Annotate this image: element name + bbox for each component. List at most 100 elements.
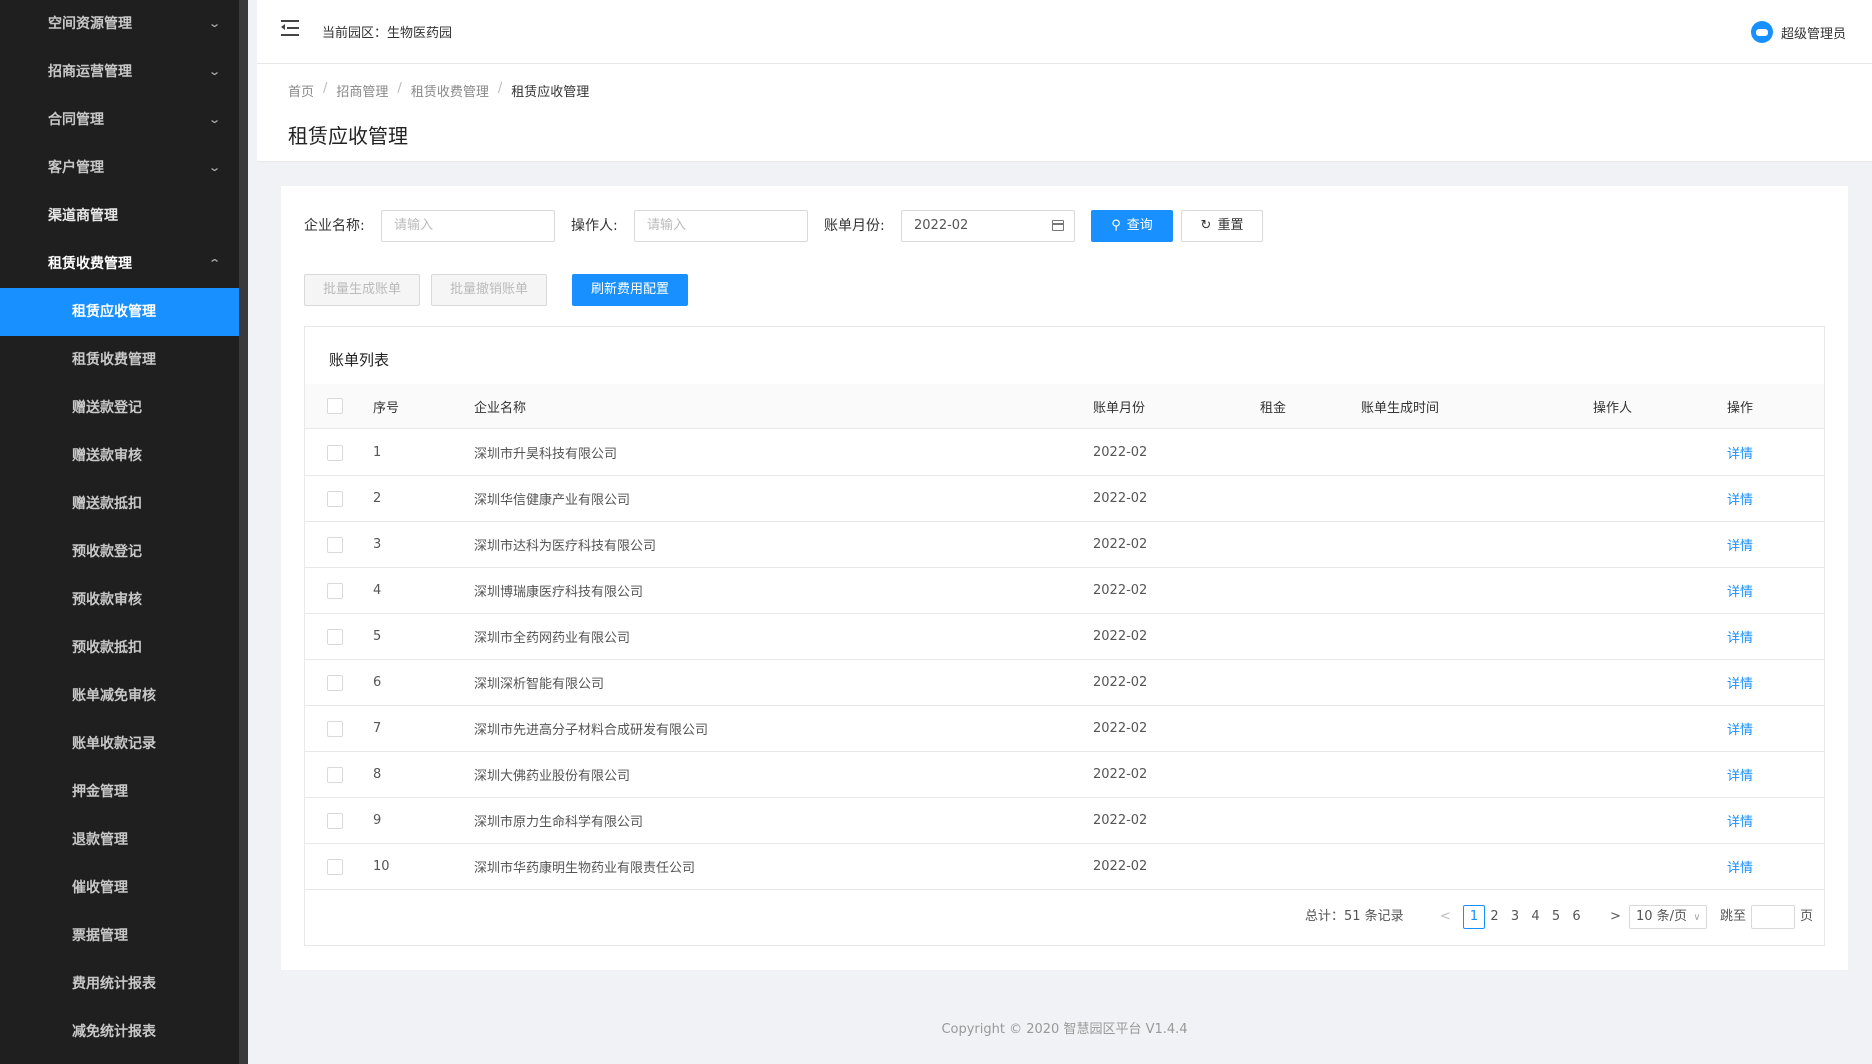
row-company: 深圳博瑞康医疗科技有限公司 (474, 585, 644, 600)
sidebar-subitem-15[interactable]: 减免统计报表 (0, 1008, 239, 1056)
sidebar-subitem-2[interactable]: 赠送款登记 (0, 384, 239, 432)
breadcrumb-investment[interactable]: 招商管理 (336, 81, 388, 100)
row-company: 深圳华信健康产业有限公司 (474, 493, 631, 508)
chevron-down-icon: ⌄ (207, 65, 221, 78)
sidebar-subitem-0[interactable]: 租赁应收管理 (0, 288, 239, 336)
breadcrumb-separator: / (497, 81, 503, 96)
row-checkbox-cell (327, 568, 343, 613)
month-filter-label: 账单月份: (824, 218, 885, 234)
row-checkbox[interactable] (327, 674, 343, 691)
sidebar-subitem-7[interactable]: 预收款抵扣 (0, 624, 239, 672)
column-header-action: 操作 (1727, 400, 1754, 416)
row-checkbox[interactable] (327, 766, 343, 783)
current-park-label[interactable]: 当前园区：生物医药园 (322, 22, 452, 41)
row-checkbox-cell (327, 706, 343, 751)
page-number-1[interactable]: 1 (1463, 905, 1485, 929)
page-number-4[interactable]: 4 (1525, 905, 1547, 929)
page-size-value: 10 条/页 (1636, 909, 1688, 924)
sidebar-item-0[interactable]: 空间资源管理 ⌄ (0, 0, 239, 48)
row-detail-link[interactable]: 详情 (1727, 706, 1753, 751)
sidebar-subitem-10[interactable]: 押金管理 (0, 768, 239, 816)
row-checkbox-cell (327, 522, 343, 567)
batch-cancel-button[interactable]: 批量撤销账单 (431, 274, 547, 306)
row-detail-link[interactable]: 详情 (1727, 798, 1753, 843)
row-checkbox[interactable] (327, 858, 343, 875)
sidebar-subitem-5[interactable]: 预收款登记 (0, 528, 239, 576)
sidebar-item-3[interactable]: 客户管理 ⌄ (0, 144, 239, 192)
column-header-month: 账单月份 (1093, 400, 1146, 416)
sidebar-subitem-11[interactable]: 退款管理 (0, 816, 239, 864)
row-checkbox-cell (327, 798, 343, 843)
row-checkbox-cell (327, 614, 343, 659)
row-checkbox[interactable] (327, 536, 343, 553)
user-menu[interactable]: 超级管理员 (1750, 21, 1846, 43)
prev-page-icon[interactable]: < (1440, 905, 1451, 929)
column-header-operator: 操作人 (1593, 400, 1633, 416)
sidebar-subitem-3[interactable]: 赠送款审核 (0, 432, 239, 480)
sidebar-item-2[interactable]: 合同管理 ⌄ (0, 96, 239, 144)
page-size-select[interactable]: 10 条/页 ∨ (1629, 905, 1707, 929)
row-detail-link[interactable]: 详情 (1727, 522, 1753, 567)
sidebar-item-1[interactable]: 招商运营管理 ⌄ (0, 48, 239, 96)
table-row: 10 深圳市华药康明生物药业有限责任公司 2022-02 详情 (305, 844, 1824, 890)
operator-input[interactable]: 请输入 (634, 210, 808, 242)
bill-month-picker[interactable]: 2022-02 (901, 210, 1075, 242)
row-checkbox-cell (327, 844, 343, 889)
reset-button[interactable]: ↻ 重置 (1181, 210, 1263, 242)
search-button[interactable]: ⚲ 查询 (1091, 210, 1173, 242)
chevron-down-icon: ⌄ (207, 17, 221, 30)
row-checkbox[interactable] (327, 812, 343, 829)
sidebar-subitem-12[interactable]: 催收管理 (0, 864, 239, 912)
row-detail-link[interactable]: 详情 (1727, 752, 1753, 797)
jump-page-input[interactable] (1751, 905, 1795, 929)
page-number-6[interactable]: 6 (1566, 905, 1588, 929)
sidebar-subitem-9[interactable]: 账单收款记录 (0, 720, 239, 768)
sidebar-subitem-1[interactable]: 租赁收费管理 (0, 336, 239, 384)
page-number-5[interactable]: 5 (1545, 905, 1567, 929)
row-no: 4 (373, 583, 382, 598)
table-row: 4 深圳博瑞康医疗科技有限公司 2022-02 详情 (305, 568, 1824, 614)
sidebar-subitem-14[interactable]: 费用统计报表 (0, 960, 239, 1008)
row-detail-link[interactable]: 详情 (1727, 844, 1753, 889)
company-name-input[interactable]: 请输入 (381, 210, 555, 242)
table-header: 序号 企业名称 账单月份 租金 账单生成时间 操作人 操作 (305, 384, 1824, 429)
table-row: 3 深圳市达科为医疗科技有限公司 2022-02 详情 (305, 522, 1824, 568)
sidebar-item-label: 客户管理 (48, 160, 104, 176)
row-checkbox[interactable] (327, 628, 343, 645)
breadcrumb-separator: / (323, 81, 328, 96)
breadcrumb-home[interactable]: 首页 (288, 81, 314, 100)
row-checkbox[interactable] (327, 582, 343, 599)
breadcrumb: 首页 / 招商管理 / 租赁收费管理 / 租赁应收管理 (288, 81, 589, 100)
row-checkbox[interactable] (327, 444, 343, 461)
refresh-fee-config-button[interactable]: 刷新费用配置 (572, 274, 688, 306)
sidebar-subitem-8[interactable]: 账单减免审核 (0, 672, 239, 720)
batch-generate-button[interactable]: 批量生成账单 (304, 274, 420, 306)
row-detail-link[interactable]: 详情 (1727, 660, 1753, 705)
chevron-down-icon: ⌄ (207, 113, 221, 126)
select-all-checkbox[interactable] (327, 398, 343, 414)
sidebar-item-label: 合同管理 (48, 112, 104, 128)
breadcrumb-lease-charge[interactable]: 租赁收费管理 (411, 81, 489, 100)
next-page-icon[interactable]: > (1610, 905, 1621, 929)
row-month: 2022-02 (1093, 629, 1148, 644)
sidebar-item-4[interactable]: 渠道商管理 (0, 192, 239, 240)
top-header: 当前园区：生物医药园 超级管理员 (257, 0, 1872, 64)
row-detail-link[interactable]: 详情 (1727, 568, 1753, 613)
sidebar: 空间资源管理 ⌄ 招商运营管理 ⌄ 合同管理 ⌄ 客户管理 ⌄ 渠道商管理 租赁收费管理 ⌃ 租赁应… (0, 0, 248, 1064)
row-checkbox[interactable] (327, 490, 343, 507)
chevron-down-icon: ∨ (1693, 912, 1701, 923)
row-detail-link[interactable]: 详情 (1727, 614, 1753, 659)
row-detail-link[interactable]: 详情 (1727, 430, 1753, 475)
menu-fold-icon[interactable] (281, 20, 299, 36)
sidebar-item-label: 渠道商管理 (48, 208, 118, 224)
sidebar-subitem-6[interactable]: 预收款审核 (0, 576, 239, 624)
row-no: 10 (373, 859, 390, 874)
sidebar-item-5[interactable]: 租赁收费管理 ⌃ (0, 240, 239, 288)
row-detail-link[interactable]: 详情 (1727, 476, 1753, 521)
sidebar-subitem-13[interactable]: 票据管理 (0, 912, 239, 960)
table-title: 账单列表 (329, 351, 390, 369)
row-checkbox[interactable] (327, 720, 343, 737)
sidebar-subitem-4[interactable]: 赠送款抵扣 (0, 480, 239, 528)
page-number-3[interactable]: 3 (1504, 905, 1526, 929)
page-number-2[interactable]: 2 (1484, 905, 1506, 929)
